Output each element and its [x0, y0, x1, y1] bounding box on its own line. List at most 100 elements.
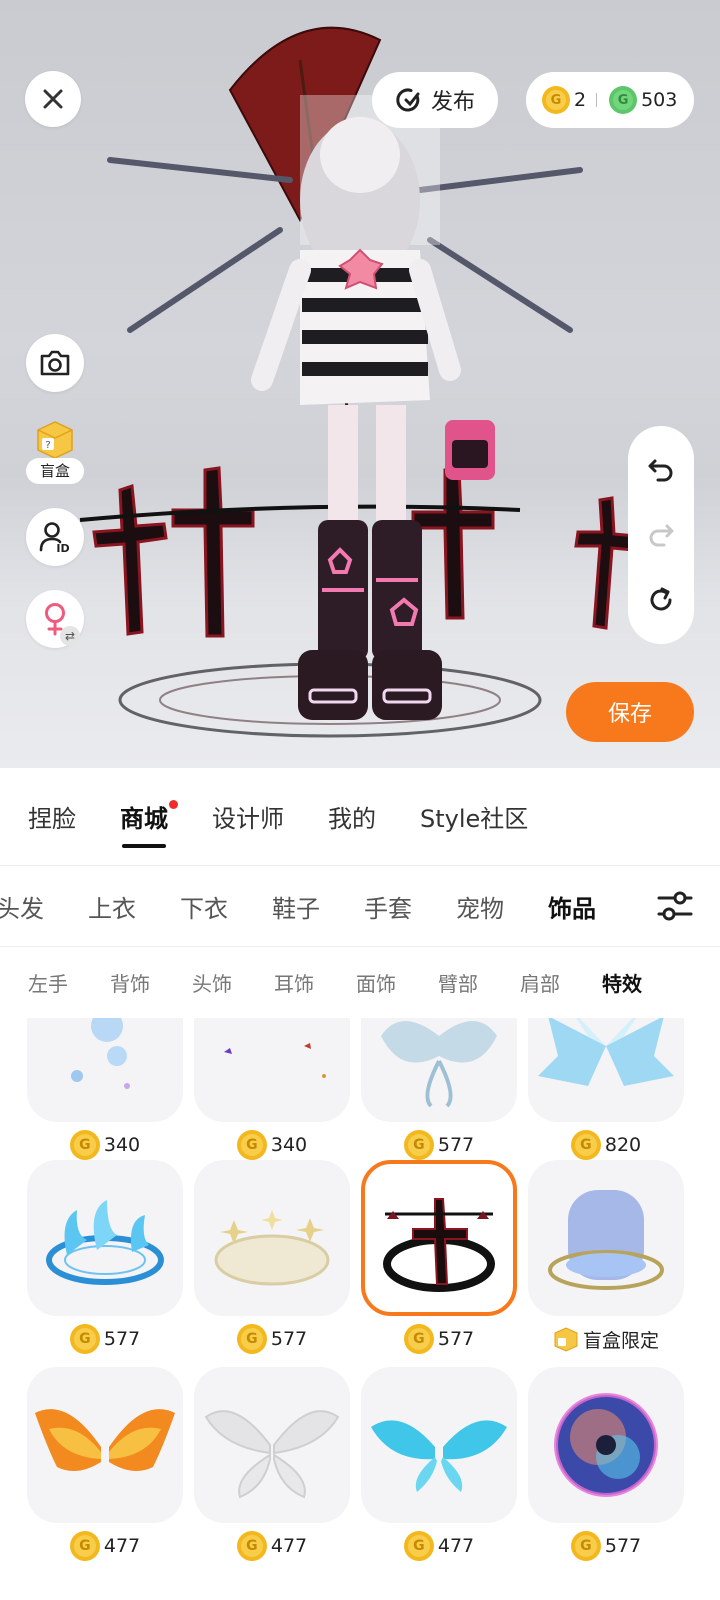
- item-thumbnail[interactable]: [27, 1160, 183, 1316]
- item-price: 盲盒限定: [528, 1322, 684, 1356]
- gold-coin-icon: G: [570, 1130, 601, 1160]
- item-thumbnail[interactable]: [361, 1367, 517, 1523]
- publish-icon: [396, 88, 420, 112]
- item-card[interactable]: G 577: [361, 1018, 517, 1174]
- subtab-back[interactable]: 背饰: [110, 968, 150, 997]
- currency-balance[interactable]: G 2 G 503: [526, 72, 694, 128]
- item-price: G 577: [361, 1128, 517, 1162]
- item-thumbnail[interactable]: [528, 1160, 684, 1316]
- item-card[interactable]: G 340: [27, 1018, 183, 1174]
- item-price: G 340: [27, 1128, 183, 1162]
- frost-wings-effect-image: [381, 1021, 497, 1108]
- publish-button[interactable]: 发布: [372, 72, 498, 128]
- close-button[interactable]: [25, 71, 81, 127]
- tab-face[interactable]: 捏脸: [28, 768, 76, 864]
- tab-designer[interactable]: 设计师: [212, 768, 284, 864]
- item-thumbnail[interactable]: [27, 1367, 183, 1523]
- avatar-id-button[interactable]: ID: [26, 508, 84, 566]
- svg-text:?: ?: [45, 440, 50, 451]
- cosmic-orb-effect-image: [554, 1393, 658, 1497]
- undo-icon[interactable]: [646, 455, 676, 483]
- blue-sparkle-effect-image: [71, 1018, 130, 1089]
- tab-style-community[interactable]: Style社区: [420, 768, 528, 864]
- avatar-stage[interactable]: 发布 G 2 G 503 ? 盲盒 ID ⇄ 保存: [0, 0, 720, 768]
- item-card[interactable]: G 577: [27, 1160, 183, 1368]
- white-fairy-wings-effect-image: [204, 1410, 340, 1499]
- item-card[interactable]: G 477: [361, 1367, 517, 1575]
- category-hair[interactable]: 头发: [0, 889, 44, 924]
- item-thumbnail[interactable]: [528, 1367, 684, 1523]
- tab-mine[interactable]: 我的: [328, 768, 376, 864]
- subtab-head[interactable]: 头饰: [192, 968, 232, 997]
- publish-label: 发布: [430, 90, 475, 115]
- gold-coin-icon: G: [69, 1531, 100, 1561]
- filter-icon[interactable]: [656, 888, 694, 924]
- blindbox-icon: ?: [37, 421, 73, 459]
- main-tab-bar: 捏脸 商城 设计师 我的 Style社区: [0, 768, 720, 864]
- item-price: G 477: [27, 1529, 183, 1563]
- golden-star-circle-effect-image: [214, 1210, 330, 1286]
- svg-text:ID: ID: [56, 542, 69, 554]
- item-card[interactable]: G 820: [528, 1018, 684, 1174]
- item-thumbnail[interactable]: [194, 1367, 350, 1523]
- item-price: G 340: [194, 1128, 350, 1162]
- item-price: G 477: [361, 1529, 517, 1563]
- category-gloves[interactable]: 手套: [364, 889, 412, 924]
- item-card[interactable]: G 577: [528, 1367, 684, 1575]
- item-card[interactable]: G 577: [194, 1160, 350, 1368]
- category-bottoms[interactable]: 下衣: [180, 889, 228, 924]
- item-price: G 577: [194, 1322, 350, 1356]
- item-card[interactable]: 盲盒限定: [528, 1160, 684, 1368]
- gold-coin-icon: G: [236, 1324, 267, 1354]
- item-price: G 477: [194, 1529, 350, 1563]
- item-thumbnail[interactable]: [194, 1018, 350, 1122]
- blindbox-label: 盲盒: [26, 458, 84, 484]
- currency-divider: [596, 93, 598, 107]
- item-price: G 577: [27, 1322, 183, 1356]
- gold-coin-icon: G: [236, 1531, 267, 1561]
- item-card[interactable]: G 477: [27, 1367, 183, 1575]
- gold-coin-icon: G: [403, 1130, 434, 1160]
- user-id-icon: ID: [39, 522, 70, 554]
- category-tops[interactable]: 上衣: [88, 889, 136, 924]
- save-button[interactable]: 保存: [566, 682, 694, 742]
- redo-icon[interactable]: [646, 520, 676, 548]
- category-pets[interactable]: 宠物: [456, 889, 504, 924]
- subtab-ear[interactable]: 耳饰: [274, 968, 314, 997]
- subcategory-tab-bar: 左手 背饰 头饰 耳饰 面饰 臂部 肩部 特效: [0, 946, 720, 1018]
- swap-icon: ⇄: [60, 626, 80, 646]
- item-card[interactable]: G 477: [194, 1367, 350, 1575]
- close-icon: [43, 89, 63, 109]
- blue-portal-effect-image: [548, 1190, 664, 1290]
- history-controls: [628, 426, 694, 644]
- subtab-face[interactable]: 面饰: [356, 968, 396, 997]
- item-card-selected[interactable]: G 577: [361, 1160, 517, 1368]
- item-thumbnail[interactable]: [528, 1018, 684, 1122]
- item-grid[interactable]: G 340 G 340 G 577 G 820 G 577 G 577 G 57…: [0, 1018, 720, 1600]
- gold-coin-icon: G: [403, 1531, 434, 1561]
- item-thumbnail[interactable]: [27, 1018, 183, 1122]
- category-shoes[interactable]: 鞋子: [272, 889, 320, 924]
- blindbox-button[interactable]: ? 盲盒: [26, 418, 84, 486]
- item-card[interactable]: G 340: [194, 1018, 350, 1174]
- item-thumbnail[interactable]: [361, 1018, 517, 1122]
- reset-icon[interactable]: [646, 585, 676, 615]
- camera-button[interactable]: [26, 334, 84, 392]
- category-scroll[interactable]: 头发 上衣 下衣 鞋子 手套 宠物 饰品: [0, 866, 636, 946]
- subtab-shoulder[interactable]: 肩部: [520, 968, 560, 997]
- green-coin-icon: G: [609, 86, 638, 114]
- cyan-wings-effect-image: [371, 1420, 507, 1492]
- ice-crystal-wings-effect-image: [538, 1018, 674, 1086]
- subtab-left-hand[interactable]: 左手: [28, 968, 68, 997]
- subtab-arm[interactable]: 臂部: [438, 968, 478, 997]
- camera-icon: [40, 350, 70, 376]
- item-thumbnail[interactable]: [361, 1160, 517, 1316]
- category-accessories[interactable]: 饰品: [548, 889, 596, 924]
- subtab-effects[interactable]: 特效: [602, 968, 642, 997]
- gender-switch-button[interactable]: ⇄: [26, 590, 84, 648]
- gold-coin-icon: G: [69, 1130, 100, 1160]
- fire-wings-effect-image: [35, 1409, 175, 1471]
- tab-shop[interactable]: 商城: [120, 768, 178, 864]
- item-price: G 577: [361, 1322, 517, 1356]
- item-thumbnail[interactable]: [194, 1160, 350, 1316]
